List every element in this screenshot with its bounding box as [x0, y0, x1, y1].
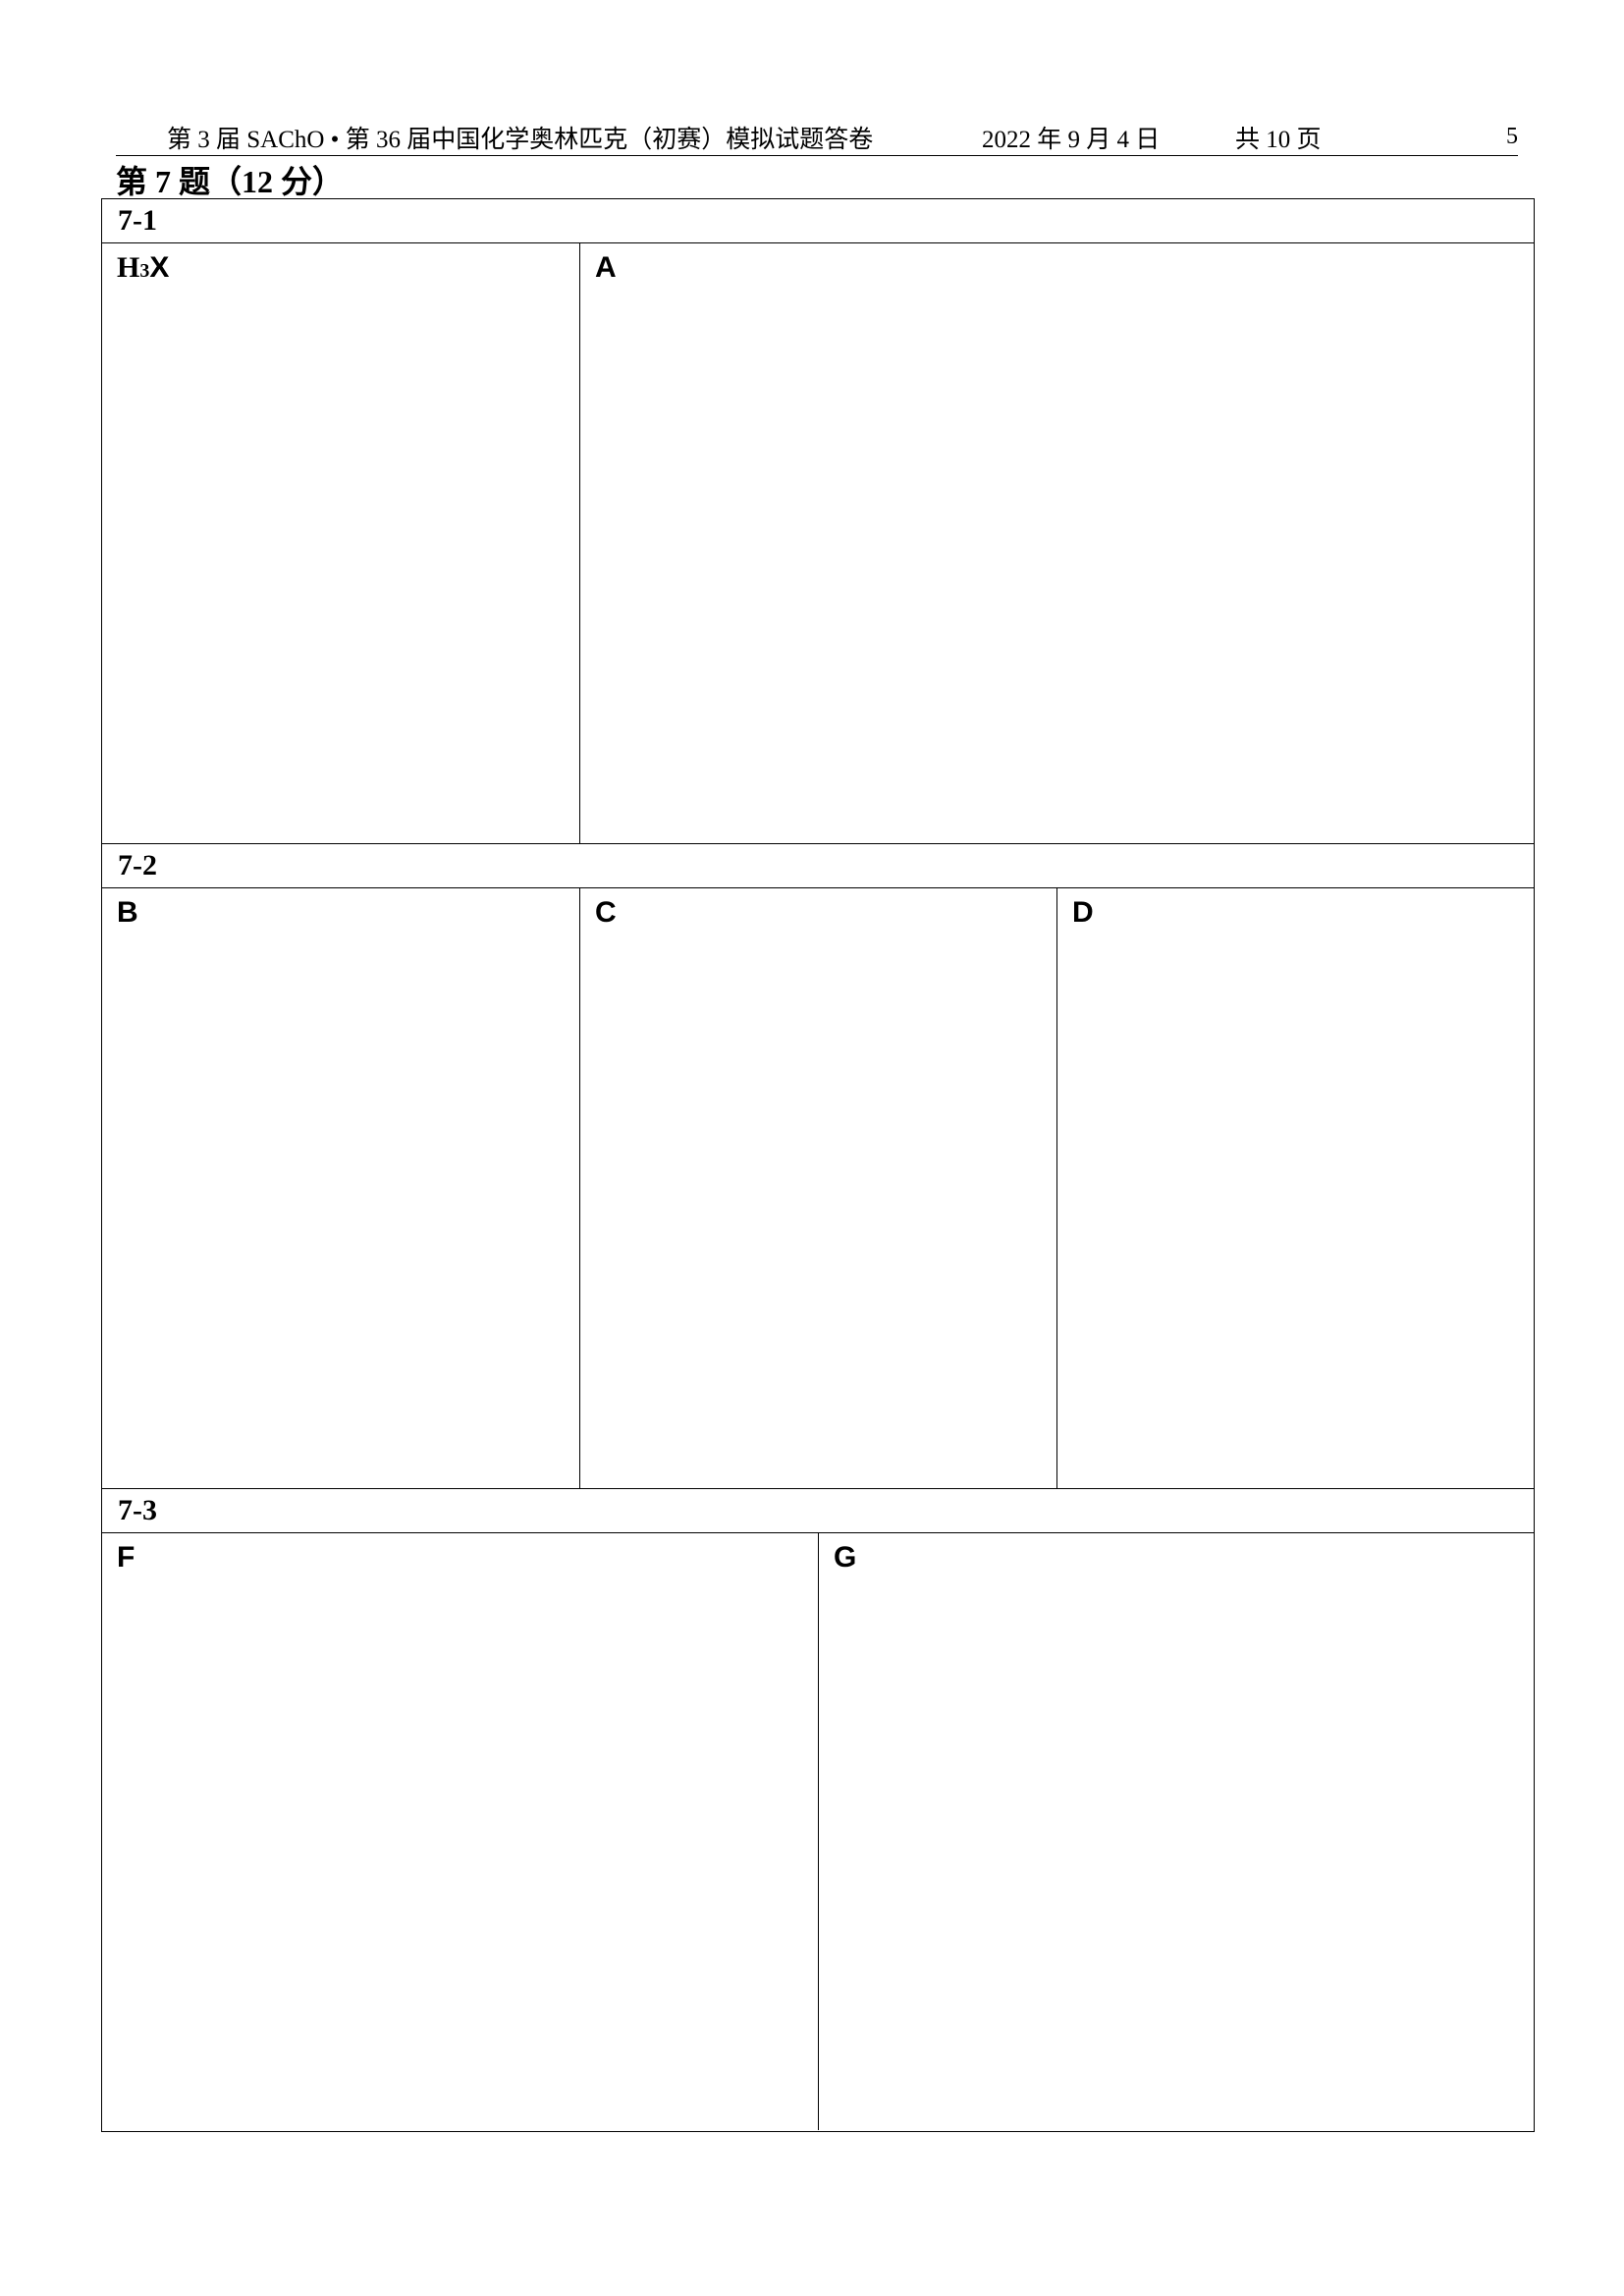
answer-box-c[interactable]: C	[579, 888, 1056, 1488]
answer-box-d[interactable]: D	[1056, 888, 1534, 1488]
header-page-number: 5	[1506, 124, 1518, 149]
answer-box-a[interactable]: A	[579, 243, 1534, 843]
answer-sheet: 7-1 H3X A 7-2 B C D 7-3 F G	[101, 198, 1535, 2132]
answer-box-f[interactable]: F	[102, 1533, 818, 2130]
answer-box-h3x[interactable]: H3X	[102, 243, 579, 843]
header-total-pages: 共 10 页	[1235, 127, 1322, 153]
answer-box-label: G	[834, 1541, 857, 1574]
section-7-2-boxes: B C D	[102, 888, 1534, 1489]
section-label-text: 7-3	[118, 1494, 157, 1526]
section-label-text: 7-1	[118, 204, 157, 237]
section-label-7-2: 7-2	[102, 844, 1534, 888]
answer-box-b[interactable]: B	[102, 888, 579, 1488]
question-title: 第 7 题（12 分）	[116, 164, 345, 199]
answer-box-label: H3X	[117, 251, 169, 285]
page-header: 第 3 届 SAChO • 第 36 届中国化学奥林匹克（初赛）模拟试题答卷 2…	[116, 116, 1518, 156]
answer-box-label: F	[117, 1541, 135, 1574]
header-date: 2022 年 9 月 4 日	[982, 127, 1161, 153]
answer-box-label: B	[117, 896, 138, 929]
section-7-1-boxes: H3X A	[102, 243, 1534, 844]
answer-box-label: D	[1072, 896, 1094, 929]
section-7-3-boxes: F G	[102, 1533, 1534, 2130]
section-label-7-1: 7-1	[102, 199, 1534, 243]
section-label-text: 7-2	[118, 849, 157, 881]
label-tail: X	[149, 251, 170, 284]
section-label-7-3: 7-3	[102, 1489, 1534, 1533]
label-main: H	[117, 251, 140, 284]
answer-box-label: C	[595, 896, 617, 929]
label-subscript: 3	[139, 260, 150, 282]
header-exam-title: 第 3 届 SAChO • 第 36 届中国化学奥林匹克（初赛）模拟试题答卷	[167, 127, 874, 153]
answer-box-g[interactable]: G	[818, 1533, 1534, 2130]
answer-box-label: A	[595, 251, 617, 284]
